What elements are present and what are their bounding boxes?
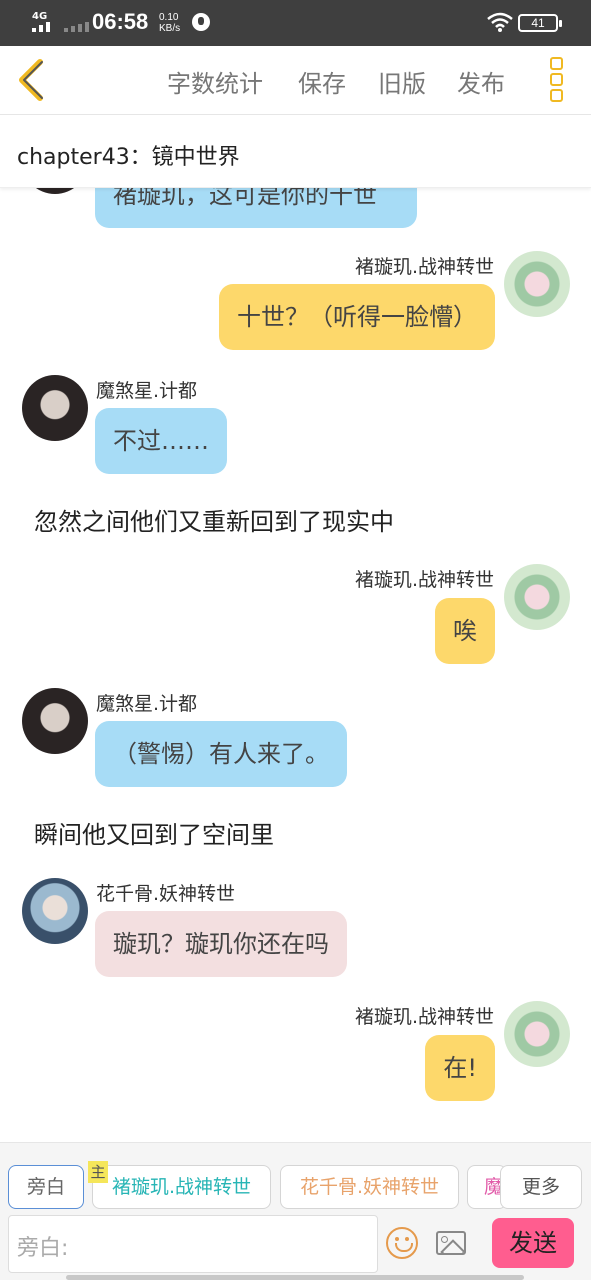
more-roles-button[interactable]: 更多	[500, 1165, 582, 1209]
role-tab-1[interactable]: 褚璇玑.战神转世	[92, 1165, 271, 1209]
emoji-icon[interactable]	[386, 1227, 418, 1259]
signal-2-icon	[64, 22, 89, 32]
status-bar: 4G 06:58 0.10 KB/s 41	[0, 0, 591, 46]
editor-toolbar: 字数统计 保存 旧版 发布	[0, 46, 591, 115]
network-speed: 0.10 KB/s	[159, 12, 180, 34]
chapter-header: chapter43：镜中世界	[0, 115, 591, 188]
role-tab-narration[interactable]: 旁白	[8, 1165, 84, 1209]
avatar[interactable]	[504, 251, 570, 317]
speaker-name: 魔煞星.计都	[96, 380, 198, 402]
home-indicator	[66, 1275, 524, 1280]
clock: 06:58	[92, 9, 149, 34]
old-version-button[interactable]: 旧版	[378, 64, 426, 99]
battery-icon: 41	[518, 14, 562, 32]
avatar[interactable]	[22, 688, 88, 754]
message-bubble[interactable]: 褚璇玑，这可是你的十世	[95, 188, 417, 228]
message-bubble[interactable]: 璇玑？璇玑你还在吗	[95, 911, 347, 977]
speaker-name: 褚璇玑.战神转世	[354, 569, 494, 591]
wifi-icon	[487, 12, 513, 32]
message-bubble[interactable]: 不过……	[95, 408, 227, 474]
message-bubble[interactable]: 十世？（听得一脸懵）	[219, 284, 495, 350]
network-type: 4G	[32, 11, 48, 22]
globe-icon	[192, 13, 210, 31]
message-input[interactable]: 旁白:	[8, 1215, 378, 1273]
speaker-name: 褚璇玑.战神转世	[354, 1006, 494, 1028]
speaker-name: 魔煞星.计都	[96, 693, 198, 715]
publish-button[interactable]: 发布	[457, 64, 505, 99]
speed-value: 0.10	[159, 12, 179, 23]
narration-text[interactable]: 忽然之间他们又重新回到了现实中	[34, 502, 394, 537]
avatar[interactable]	[22, 878, 88, 944]
word-count-button[interactable]: 字数统计	[167, 64, 263, 99]
back-button[interactable]	[12, 56, 52, 104]
chapter-title[interactable]: chapter43：镜中世界	[17, 139, 240, 171]
speaker-name: 褚璇玑.战神转世	[354, 256, 494, 278]
avatar[interactable]	[504, 564, 570, 630]
message-bubble[interactable]: 唉	[435, 598, 495, 664]
more-vertical-icon[interactable]	[550, 57, 568, 103]
avatar[interactable]	[22, 375, 88, 441]
avatar[interactable]	[504, 1001, 570, 1067]
message-bubble[interactable]: （警惕）有人来了。	[95, 721, 347, 787]
role-tab-2[interactable]: 花千骨.妖神转世	[280, 1165, 459, 1209]
speaker-name: 花千骨.妖神转世	[96, 883, 236, 905]
avatar[interactable]	[22, 188, 88, 194]
main-role-badge: 主	[88, 1161, 108, 1183]
composer-panel: 旁白 褚璇玑.战神转世 主 花千骨.妖神转世 魔 更多 旁白: 发送	[0, 1142, 591, 1280]
narration-text[interactable]: 瞬间他又回到了空间里	[34, 815, 274, 850]
message-bubble[interactable]: 在!	[425, 1035, 495, 1101]
send-button[interactable]: 发送	[492, 1218, 574, 1268]
chat-list[interactable]: 褚璇玑，这可是你的十世 褚璇玑.战神转世 十世？（听得一脸懵） 魔煞星.计都 不…	[0, 188, 591, 1142]
signal-icon	[32, 22, 50, 32]
image-icon[interactable]	[436, 1231, 466, 1255]
speed-unit: KB/s	[159, 23, 181, 34]
save-button[interactable]: 保存	[298, 64, 346, 99]
